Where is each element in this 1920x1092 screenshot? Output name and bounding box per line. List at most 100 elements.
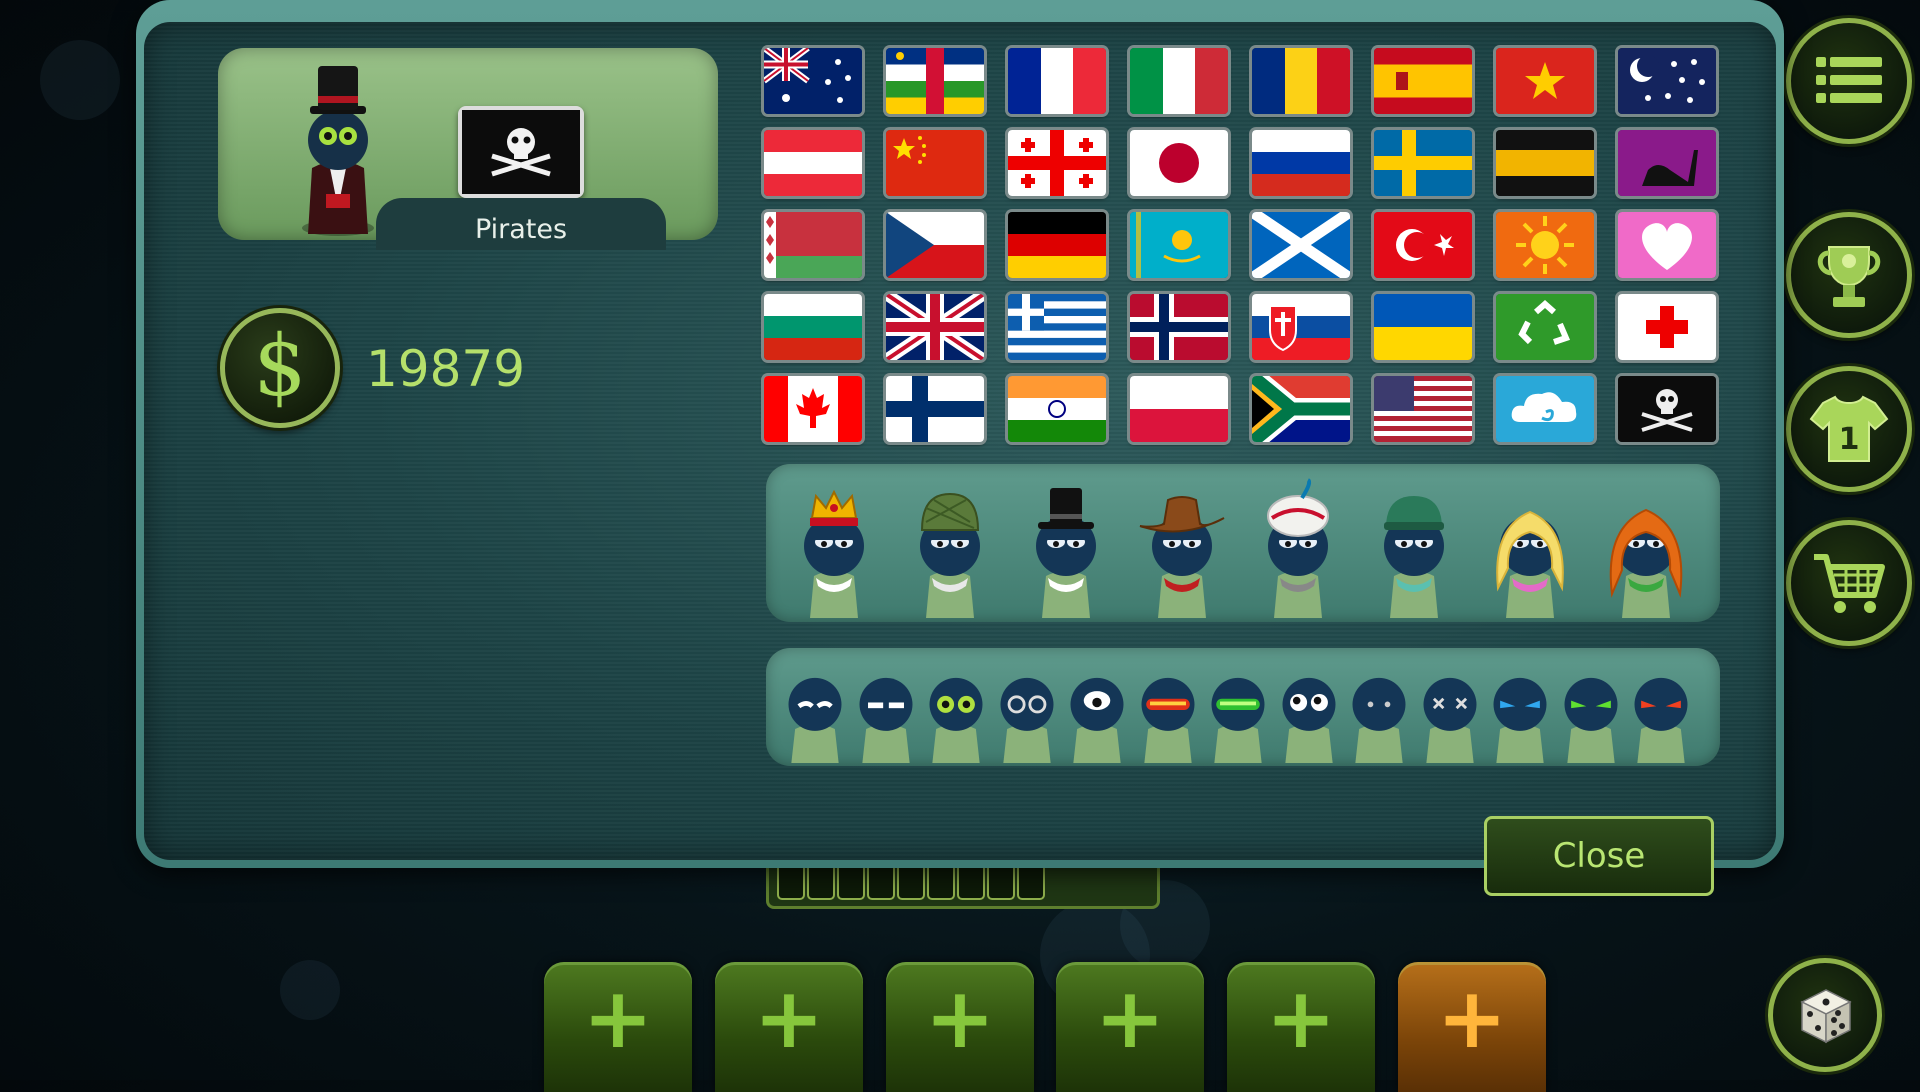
flag-sweden[interactable] (1374, 130, 1472, 196)
eye-option-green-eyes[interactable] (921, 656, 991, 766)
hat-option-blonde-hair[interactable] (1484, 468, 1576, 618)
add-slot-button-orange[interactable]: + (1398, 962, 1546, 1092)
flag-night-sky[interactable] (1618, 48, 1716, 114)
hat-selector (766, 464, 1720, 622)
flag-australia[interactable] (764, 48, 862, 114)
plus-icon: + (924, 969, 996, 1067)
close-button[interactable]: Close (1484, 816, 1714, 896)
hat-option-beanie[interactable] (1368, 468, 1460, 618)
plus-icon: + (582, 969, 654, 1067)
progress-slot (867, 868, 895, 900)
flag-georgia[interactable] (1008, 130, 1106, 196)
flag-sun[interactable] (1496, 212, 1594, 278)
team-jersey-button[interactable]: 1 (1786, 366, 1912, 492)
add-slot-button[interactable]: + (715, 962, 863, 1092)
add-slot-button[interactable]: + (544, 962, 692, 1092)
trophy-button[interactable] (1786, 212, 1912, 338)
eye-option-green-visor[interactable] (1203, 656, 1273, 766)
flag-japan[interactable] (1130, 130, 1228, 196)
panel-body: Pirates $ 19879 (144, 22, 1776, 860)
menu-button[interactable] (1786, 18, 1912, 144)
svg-text:1: 1 (1839, 422, 1860, 457)
hat-option-army-helmet[interactable] (904, 468, 996, 618)
eye-option-crossed[interactable] (1415, 656, 1485, 766)
eye-option-squint[interactable] (851, 656, 921, 766)
progress-slot (957, 868, 985, 900)
team-name: Pirates (474, 214, 568, 245)
cart-icon (1814, 554, 1885, 613)
progress-slot (777, 868, 805, 900)
flag-russia[interactable] (1252, 130, 1350, 196)
flag-romania[interactable] (1252, 48, 1350, 114)
flag-china[interactable] (886, 130, 984, 196)
menu-icon (1816, 57, 1882, 103)
flag-vietnam[interactable] (1496, 48, 1594, 114)
eye-style-selector (766, 648, 1720, 766)
add-slot-button[interactable]: + (886, 962, 1034, 1092)
flag-united-kingdom[interactable] (886, 294, 984, 360)
progress-slot (1017, 868, 1045, 900)
shop-cart-button[interactable] (1786, 520, 1912, 646)
progress-slot (927, 868, 955, 900)
flag-poland[interactable] (1130, 376, 1228, 442)
eye-option-hollow[interactable] (992, 656, 1062, 766)
add-slot-button[interactable]: + (1056, 962, 1204, 1092)
hat-option-red-hair[interactable] (1600, 468, 1692, 618)
flag-canada[interactable] (764, 376, 862, 442)
flag-south-africa[interactable] (1252, 376, 1350, 442)
flag-cloud[interactable] (1496, 376, 1594, 442)
flag-bulgaria[interactable] (764, 294, 862, 360)
flag-slovakia[interactable] (1252, 294, 1350, 360)
eye-option-red-visor[interactable] (1133, 656, 1203, 766)
progress-slot (837, 868, 865, 900)
flag-red-cross[interactable] (1618, 294, 1716, 360)
hat-option-turban[interactable] (1252, 468, 1344, 618)
progress-slot (807, 868, 835, 900)
eye-option-sleepy[interactable] (780, 656, 850, 766)
flag-austria[interactable] (764, 130, 862, 196)
bokeh-decoration (40, 40, 120, 120)
pirate-flag-icon (458, 106, 584, 198)
flag-greece[interactable] (1008, 294, 1106, 360)
flag-spain[interactable] (1374, 48, 1472, 114)
eye-option-blue-angry[interactable] (1485, 656, 1555, 766)
hat-option-cowboy-hat[interactable] (1136, 468, 1228, 618)
plus-icon: + (1094, 969, 1166, 1067)
progress-slot (897, 868, 925, 900)
add-slot-button[interactable]: + (1227, 962, 1375, 1092)
flag-czech-republic[interactable] (886, 212, 984, 278)
flag-heart[interactable] (1618, 212, 1716, 278)
flag-turkey[interactable] (1374, 212, 1472, 278)
eye-option-red-angry[interactable] (1626, 656, 1696, 766)
flag-pirate[interactable] (1618, 376, 1716, 442)
eye-option-green-angry[interactable] (1556, 656, 1626, 766)
flag-india[interactable] (1008, 376, 1106, 442)
flag-france[interactable] (1008, 48, 1106, 114)
flag-belarus[interactable] (764, 212, 862, 278)
top-hat-pawn-icon (288, 58, 388, 240)
currency-symbol: $ (253, 317, 307, 415)
flag-norway[interactable] (1130, 294, 1228, 360)
dice-icon (1800, 989, 1852, 1044)
eye-option-dots[interactable] (1344, 656, 1414, 766)
flag-high-heel[interactable] (1618, 130, 1716, 196)
hat-option-top-hat[interactable] (1020, 468, 1112, 618)
eye-option-cyclops[interactable] (1062, 656, 1132, 766)
flag-finland[interactable] (886, 376, 984, 442)
dice-button[interactable] (1768, 958, 1882, 1072)
eye-option-wide[interactable] (1274, 656, 1344, 766)
flag-black-yellow[interactable] (1496, 130, 1594, 196)
money-balance: 19879 (366, 340, 526, 398)
flag-italy[interactable] (1130, 48, 1228, 114)
flag-grid (764, 48, 1764, 448)
trophy-icon (1817, 246, 1881, 307)
flag-central-african-republic[interactable] (886, 48, 984, 114)
jersey-icon: 1 (1809, 395, 1889, 462)
flag-united-states[interactable] (1374, 376, 1472, 442)
flag-scotland[interactable] (1252, 212, 1350, 278)
flag-germany[interactable] (1008, 212, 1106, 278)
flag-recycle[interactable] (1496, 294, 1594, 360)
flag-kazakhstan[interactable] (1130, 212, 1228, 278)
hat-option-crown[interactable] (788, 468, 880, 618)
flag-ukraine[interactable] (1374, 294, 1472, 360)
